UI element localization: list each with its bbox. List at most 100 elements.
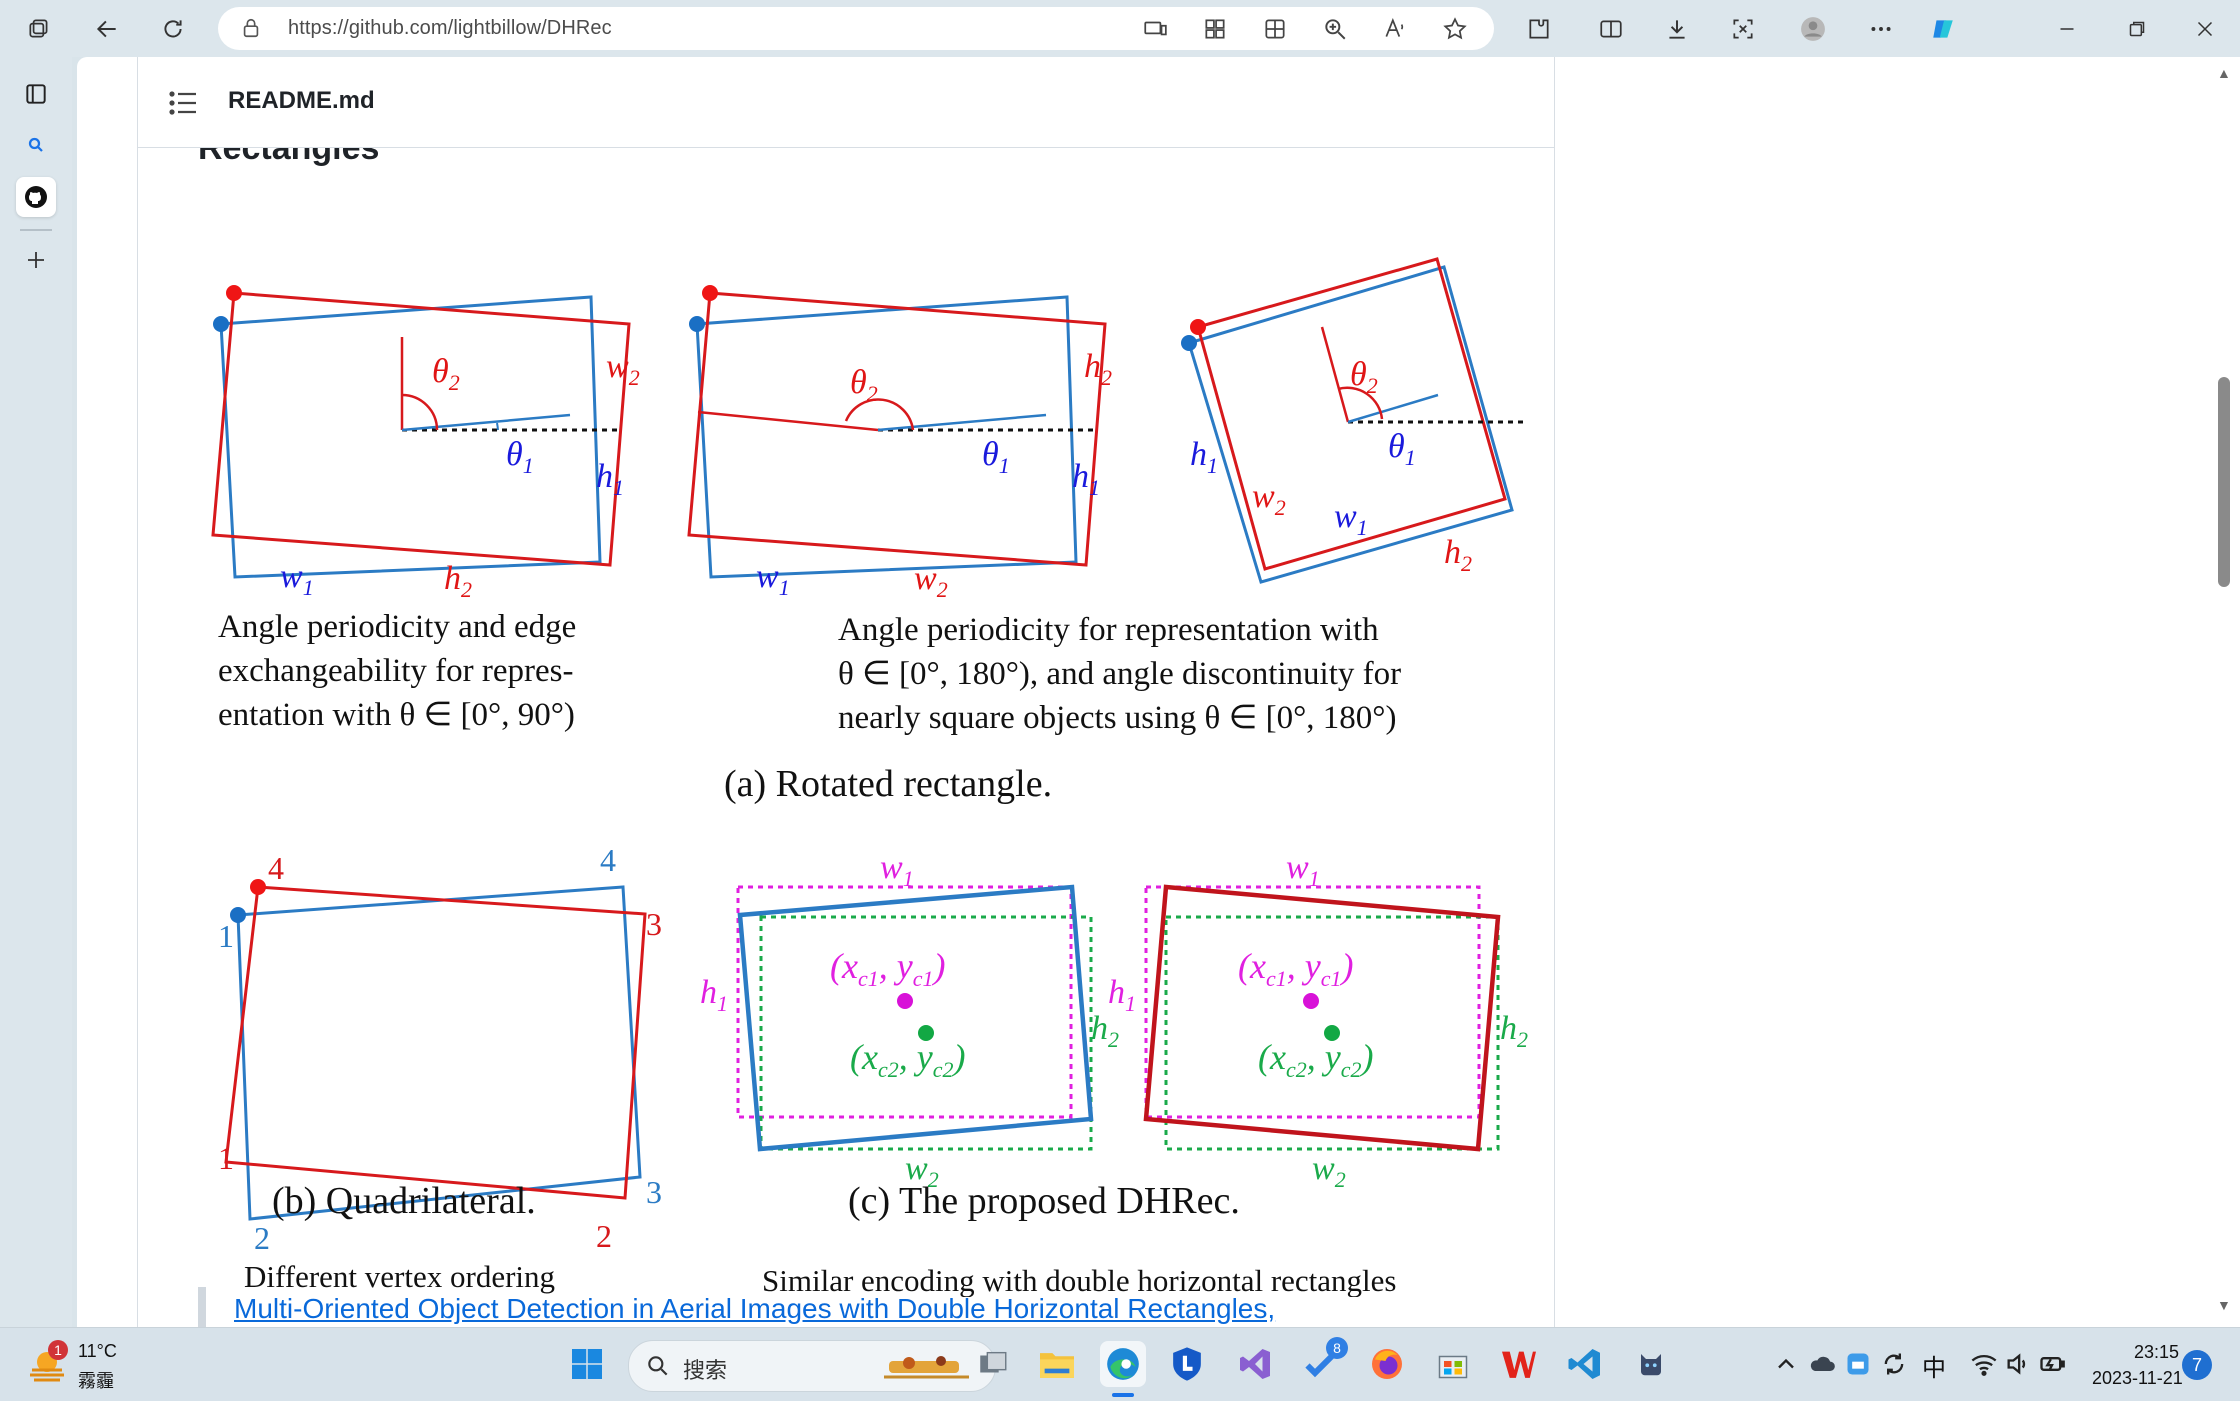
- search-highlight-icon: [884, 1356, 969, 1379]
- panel-a-right-caption: Angle periodicity for representation wit…: [838, 612, 1409, 736]
- app-grid-icon[interactable]: [1202, 16, 1228, 42]
- svg-text:θ2: θ2: [432, 353, 460, 395]
- panel-c-right-diagram: w1 h1 h2 w2 (xc1, yc1) (xc2, yc2): [1108, 849, 1528, 1192]
- svg-text:θ1: θ1: [1388, 428, 1416, 470]
- readme-header: README.md: [138, 57, 1554, 148]
- back-icon[interactable]: [90, 12, 124, 46]
- rectangle-representation-figure: θ2 θ1 w2 h1 w1 h2 θ2 θ1 h2 h1 w1 w2 θ2 θ…: [211, 257, 1528, 1297]
- scroll-up-arrow-icon[interactable]: ▲: [2217, 65, 2231, 81]
- split-screen-icon[interactable]: [1594, 12, 1628, 46]
- search-icon: [648, 1356, 668, 1376]
- wps-icon[interactable]: [1496, 1341, 1542, 1387]
- todo-badge: 8: [1326, 1337, 1348, 1359]
- svg-text:h1: h1: [700, 974, 728, 1016]
- svg-text:w2: w2: [1312, 1150, 1346, 1192]
- cat-app-icon[interactable]: [1628, 1341, 1674, 1387]
- tray-app-icon[interactable]: [1844, 1350, 1872, 1378]
- blockquote-bar: [198, 1287, 206, 1327]
- svg-text:θ2: θ2: [850, 364, 878, 406]
- zoom-icon[interactable]: [1322, 16, 1348, 42]
- svg-text:h2: h2: [1084, 348, 1112, 390]
- edge-icon[interactable]: [1100, 1341, 1146, 1397]
- battery-icon[interactable]: [2038, 1350, 2066, 1378]
- refresh-icon[interactable]: [156, 12, 190, 46]
- restore-icon[interactable]: [2120, 12, 2154, 46]
- readme-title: README.md: [228, 87, 375, 114]
- svg-text:w2: w2: [1252, 478, 1286, 520]
- panel-a-left-caption: Angle periodicity and edge exchangeabili…: [218, 609, 585, 733]
- url-text[interactable]: https://github.com/lightbillow/DHRec: [288, 7, 612, 50]
- scroll-down-arrow-icon[interactable]: ▼: [2217, 1297, 2231, 1313]
- address-bar[interactable]: https://github.com/lightbillow/DHRec: [218, 7, 1494, 50]
- panel-c-left-diagram: w1 h1 h2 w2 (xc1, yc1) (xc2, yc2): [700, 849, 1119, 1192]
- svg-text:w1: w1: [1286, 849, 1320, 891]
- clock-time[interactable]: 23:15: [2134, 1342, 2179, 1363]
- svg-text:1: 1: [218, 1140, 234, 1176]
- outline-list-icon[interactable]: [168, 89, 198, 117]
- onedrive-icon[interactable]: [1808, 1350, 1836, 1378]
- svg-text:h1: h1: [1108, 974, 1136, 1016]
- show-hidden-icons-chevron-icon[interactable]: [1772, 1350, 1800, 1378]
- vscode-icon[interactable]: [1562, 1341, 1608, 1387]
- notification-badge[interactable]: 7: [2182, 1350, 2212, 1380]
- svg-text:h1: h1: [1190, 436, 1218, 478]
- svg-text:θ2: θ2: [1350, 356, 1378, 398]
- panel-a-middle-diagram: θ2 θ1 h2 h1 w1 w2: [687, 285, 1112, 602]
- minimize-icon[interactable]: [2050, 12, 2084, 46]
- extensions-icon[interactable]: [1522, 12, 1556, 46]
- search-icon[interactable]: [16, 125, 56, 165]
- tabs-icon[interactable]: [16, 74, 56, 114]
- svg-text:2: 2: [596, 1218, 612, 1254]
- start-icon[interactable]: [564, 1341, 610, 1387]
- svg-text:4: 4: [600, 842, 616, 878]
- visual-studio-icon[interactable]: [1232, 1341, 1278, 1387]
- volume-icon[interactable]: [2004, 1350, 2032, 1378]
- svg-text:w2: w2: [606, 348, 640, 390]
- svg-text:h2: h2: [1091, 1010, 1119, 1052]
- favorite-star-icon[interactable]: [1442, 16, 1468, 42]
- device-icon[interactable]: [1142, 16, 1168, 42]
- close-icon[interactable]: [2188, 12, 2222, 46]
- browser-toolbar: https://github.com/lightbillow/DHRec: [0, 0, 2240, 57]
- svg-text:(xc1, yc1): (xc1, yc1): [1238, 946, 1353, 991]
- firefox-icon[interactable]: [1364, 1341, 1410, 1387]
- profile-avatar[interactable]: [1796, 12, 1830, 46]
- svg-text:w1: w1: [280, 558, 314, 600]
- paper-link[interactable]: Multi-Oriented Object Detection in Aeria…: [234, 1293, 1275, 1325]
- taskbar-search[interactable]: 搜索: [628, 1340, 996, 1392]
- panel-b-title: (b) Quadrilateral.: [272, 1180, 536, 1222]
- security-shield-icon[interactable]: [1164, 1341, 1210, 1387]
- svg-text:(xc2, yc2): (xc2, yc2): [1258, 1037, 1373, 1082]
- downloads-icon[interactable]: [1660, 12, 1694, 46]
- screenshot-icon[interactable]: [1726, 12, 1760, 46]
- panel-a-left-diagram: θ2 θ1 w2 h1 w1 h2: [211, 285, 640, 602]
- search-placeholder: 搜索: [683, 1358, 728, 1383]
- file-explorer-icon[interactable]: [1034, 1341, 1080, 1387]
- clock-date[interactable]: 2023-11-21: [2092, 1368, 2183, 1389]
- read-aloud-icon[interactable]: [1382, 16, 1408, 42]
- panel-a-right-diagram: θ2 θ1 h1 w2 w1 h2: [1181, 257, 1526, 584]
- add-icon[interactable]: [16, 240, 56, 280]
- todo-icon[interactable]: 8: [1298, 1337, 1348, 1387]
- svg-text:4: 4: [268, 850, 284, 886]
- ime-indicator[interactable]: 中: [1922, 1348, 1946, 1383]
- more-options-icon[interactable]: [1864, 12, 1898, 46]
- page-scrollbar[interactable]: ▲ ▼: [2210, 57, 2240, 1327]
- web-page: README.md Rectangles θ2 θ1 w2 h1 w1 h2 θ…: [77, 57, 2215, 1327]
- svg-text:h2: h2: [1500, 1010, 1528, 1052]
- taskbar: 1 11°C 霧霾 搜索 8 中 23:15 2023-11-21 7: [0, 1327, 2240, 1401]
- svg-text:h1: h1: [1072, 458, 1100, 500]
- wifi-icon[interactable]: [1970, 1350, 1998, 1378]
- task-view-icon[interactable]: [970, 1341, 1016, 1387]
- copilot-icon[interactable]: [1926, 12, 1960, 46]
- scroll-thumb[interactable]: [2218, 377, 2230, 587]
- lock-icon[interactable]: [240, 17, 262, 39]
- sync-icon[interactable]: [1880, 1350, 1908, 1378]
- browser-sidebar: [0, 57, 72, 1327]
- extensions-puzzle-icon[interactable]: [1262, 16, 1288, 42]
- readme-container: README.md Rectangles θ2 θ1 w2 h1 w1 h2 θ…: [137, 57, 1555, 1327]
- tab-actions-icon[interactable]: [22, 12, 56, 46]
- github-icon[interactable]: [16, 177, 56, 217]
- weather-desc: 霧霾: [78, 1371, 114, 1391]
- store-icon[interactable]: [1430, 1341, 1476, 1387]
